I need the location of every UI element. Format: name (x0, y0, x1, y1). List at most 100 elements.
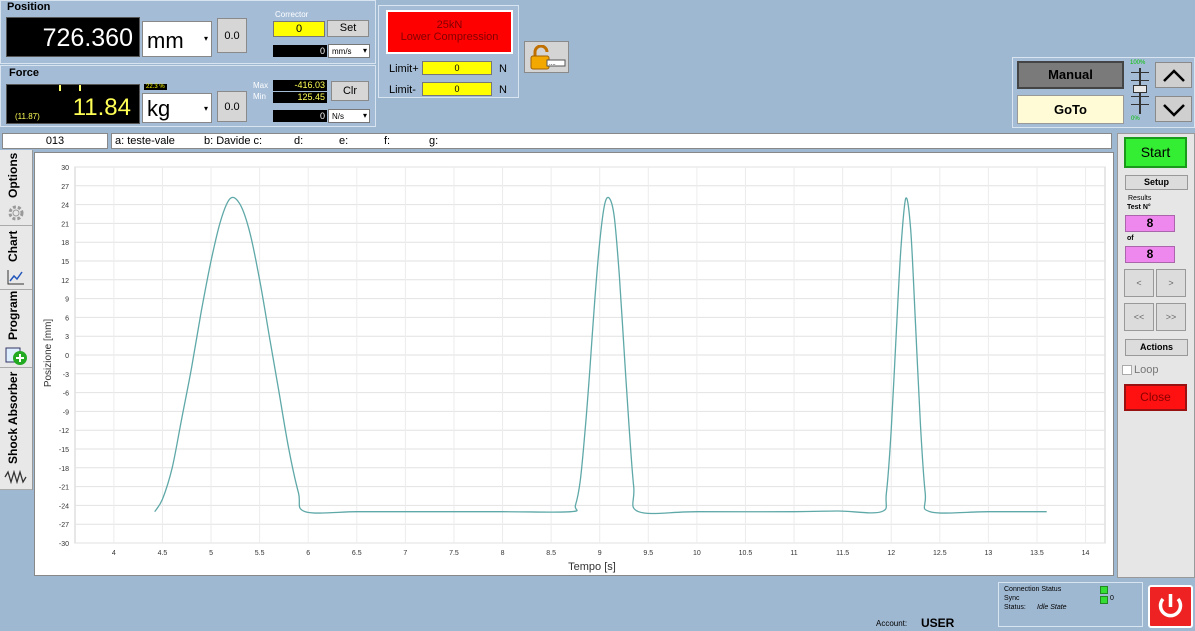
status-label: Status: (1004, 604, 1026, 611)
slider-tick (1131, 80, 1149, 81)
limit-minus-unit: N (499, 84, 507, 96)
force-offset-button[interactable]: 0.0 (217, 91, 247, 122)
y-tick-label: 30 (61, 165, 69, 172)
tab-options[interactable]: Options (0, 150, 32, 226)
y-tick-label: -6 (63, 391, 69, 398)
goto-button[interactable]: GoTo (1017, 95, 1124, 124)
force-display: 11.84 (11.87) (6, 84, 140, 124)
position-panel: Position 726.360 mm ▾ 0.0 Corrector 0 Se… (0, 0, 376, 64)
dropdown-icon: ▾ (203, 34, 208, 43)
x-tick-label: 12.5 (933, 550, 947, 557)
chevron-up-icon (1163, 69, 1185, 82)
force-tick-marks (59, 85, 61, 91)
y-tick-label: 0 (65, 353, 69, 360)
test-number-value: 8 (1125, 215, 1175, 232)
position-time-chart[interactable]: 302724211815129630-3-6-9-12-15-18-21-24-… (35, 153, 1113, 575)
account-value: USER (921, 616, 955, 630)
tab-chart[interactable]: Chart (0, 226, 32, 290)
chart-container: 30 27 24 21 18 15 12 9 6 3 0 -3 -6 -9 -12 -15 -18 -21 -24-… (34, 152, 1114, 576)
alarm-panel: 25kN Lower Compression Limit+ 0 N Limit-… (378, 5, 519, 98)
limit-minus-input[interactable]: 0 (422, 82, 492, 96)
test-id-field[interactable]: 013 (2, 133, 108, 149)
x-tick-label: 4.5 (158, 550, 168, 557)
chevron-down-icon (1163, 104, 1185, 117)
y-tick-label: -15 (59, 447, 69, 454)
tab-program-label: Program (6, 290, 20, 340)
y-tick-label: 18 (61, 240, 69, 247)
last-button[interactable]: >> (1156, 303, 1186, 331)
actions-button[interactable]: Actions (1125, 339, 1188, 356)
previous-button[interactable]: < (1124, 269, 1154, 297)
lock-button[interactable]: .... (524, 41, 569, 73)
start-button[interactable]: Start (1124, 137, 1187, 168)
tab-program[interactable]: Program (0, 290, 32, 368)
x-tick-label: 9.5 (643, 550, 653, 557)
force-value: 11.84 (72, 94, 131, 121)
dropdown-icon: ▾ (362, 46, 367, 55)
force-unit: kg (147, 96, 171, 121)
force-sub-value: (11.87) (15, 112, 40, 121)
jog-up-button[interactable] (1155, 62, 1192, 88)
first-button[interactable]: << (1124, 303, 1154, 331)
limit-plus-input[interactable]: 0 (422, 61, 492, 75)
manual-button[interactable]: Manual (1017, 61, 1124, 89)
tab-chart-label: Chart (6, 230, 20, 262)
slider-top-label: 100% (1130, 60, 1146, 66)
force-tick-marks (79, 85, 81, 91)
set-button[interactable]: Set (327, 20, 369, 37)
slider-tick (1131, 104, 1149, 105)
x-tick-label: 6.5 (352, 550, 362, 557)
left-tab-bar: Options Chart Program Shock Absorber (0, 150, 33, 490)
alarm-box: 25kN Lower Compression (386, 10, 513, 54)
rate-unit-select[interactable]: N/s ▾ (328, 109, 370, 123)
next-button[interactable]: > (1156, 269, 1186, 297)
loop-checkbox[interactable] (1122, 365, 1132, 375)
position-unit: mm (147, 28, 184, 53)
slider-bottom-label: 0% (1131, 116, 1140, 122)
svg-text:....: .... (549, 61, 556, 67)
jog-down-button[interactable] (1155, 96, 1192, 122)
sync-label: Sync (1004, 595, 1020, 602)
gear-icon (8, 205, 24, 221)
dropdown-icon: ▾ (203, 104, 208, 113)
account-label: Account: (876, 619, 908, 628)
info-field-g: g: (429, 135, 439, 147)
info-field-f: f: (384, 135, 391, 147)
y-tick-label: -24 (59, 503, 69, 510)
setup-button[interactable]: Setup (1125, 175, 1188, 190)
y-tick-label: 15 (61, 259, 69, 266)
limit-plus-unit: N (499, 63, 507, 75)
y-tick-label: -21 (59, 485, 69, 492)
lock-icon: .... (530, 45, 566, 70)
x-tick-label: 10.5 (739, 550, 753, 557)
tab-shock-absorber[interactable]: Shock Absorber (0, 368, 32, 490)
loop-label: Loop (1134, 364, 1159, 376)
results-label: Results (1128, 195, 1152, 202)
chart-icon (7, 270, 24, 285)
speed-unit-select[interactable]: mm/s ▾ (328, 44, 370, 58)
clear-button[interactable]: Clr (331, 81, 369, 101)
force-unit-select[interactable]: kg ▾ (142, 93, 212, 123)
y-tick-label: -30 (59, 541, 69, 548)
position-offset-button[interactable]: 0.0 (217, 18, 247, 53)
info-field-a: a: teste-vale (115, 135, 175, 147)
max-value: -416.03 (273, 80, 327, 91)
x-tick-label: 5.5 (255, 550, 265, 557)
x-tick-label: 8.5 (546, 550, 556, 557)
alarm-line2: Lower Compression (400, 31, 499, 43)
corrector-input[interactable]: 0 (273, 21, 325, 37)
y-tick-label: 12 (61, 278, 69, 285)
min-label: Min (253, 92, 266, 101)
position-unit-select[interactable]: mm ▾ (142, 21, 212, 57)
connection-status-indicator (1100, 586, 1108, 594)
close-button[interactable]: Close (1124, 384, 1187, 411)
slider-thumb[interactable] (1133, 85, 1147, 93)
x-tick-label: 6 (306, 550, 310, 557)
x-tick-label: 5 (209, 550, 213, 557)
force-percent: 22.3 % (144, 84, 167, 90)
add-program-icon (5, 347, 27, 365)
speed-slider[interactable]: 100% 0% (1128, 60, 1152, 124)
power-button[interactable] (1148, 585, 1193, 628)
power-icon (1158, 594, 1183, 618)
of-label: of (1127, 235, 1134, 242)
